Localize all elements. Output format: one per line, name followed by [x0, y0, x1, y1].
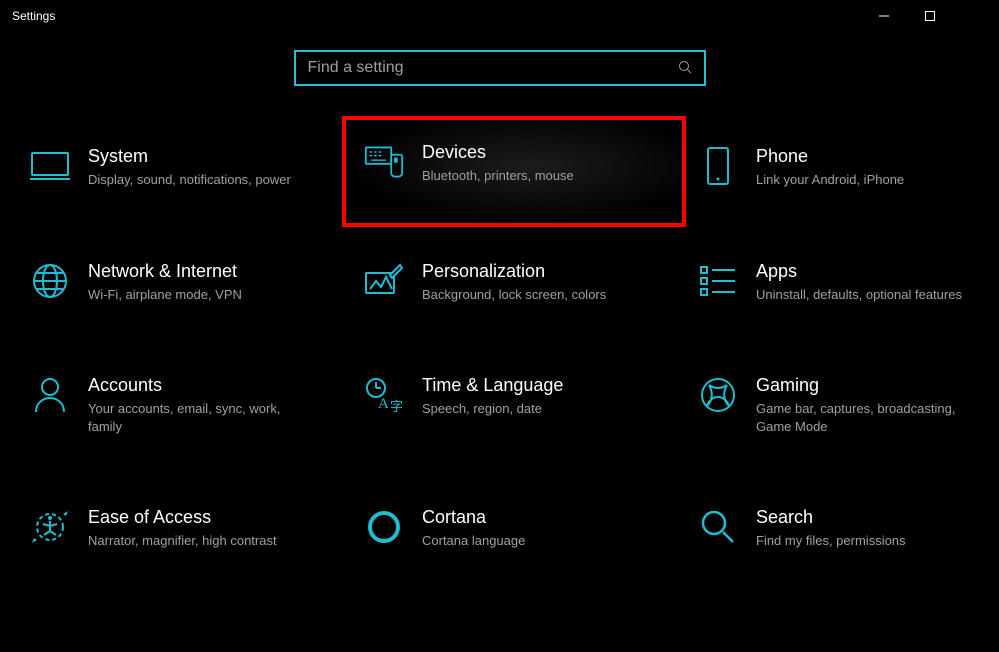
window-title: Settings [12, 9, 55, 23]
tile-text: Apps Uninstall, defaults, optional featu… [756, 261, 962, 304]
search-container [0, 50, 999, 86]
tile-title: Devices [422, 142, 574, 163]
tile-text: Search Find my files, permissions [756, 507, 906, 550]
tile-text: Gaming Game bar, captures, broadcasting,… [756, 375, 966, 435]
ease-of-access-icon [30, 507, 70, 547]
tile-desc: Uninstall, defaults, optional features [756, 286, 962, 304]
tile-text: Personalization Background, lock screen,… [422, 261, 606, 304]
tile-title: Network & Internet [88, 261, 242, 282]
person-icon [30, 375, 70, 415]
minimize-icon [879, 11, 889, 21]
minimize-button[interactable] [861, 0, 907, 32]
tile-desc: Your accounts, email, sync, work, family [88, 400, 298, 435]
apps-list-icon [698, 261, 738, 301]
tile-title: Accounts [88, 375, 298, 396]
tile-search[interactable]: Search Find my files, permissions [698, 503, 999, 554]
tile-desc: Wi-Fi, airplane mode, VPN [88, 286, 242, 304]
tile-title: System [88, 146, 291, 167]
tile-text: Devices Bluetooth, printers, mouse [422, 142, 574, 185]
tile-time-language[interactable]: A 字 Time & Language Speech, region, date [364, 371, 674, 439]
tile-text: Phone Link your Android, iPhone [756, 146, 904, 189]
tile-desc: Cortana language [422, 532, 525, 550]
tile-personalization[interactable]: Personalization Background, lock screen,… [364, 257, 674, 308]
tile-desc: Display, sound, notifications, power [88, 171, 291, 189]
settings-grid: System Display, sound, notifications, po… [0, 142, 999, 554]
tile-text: Ease of Access Narrator, magnifier, high… [88, 507, 277, 550]
tile-text: Network & Internet Wi-Fi, airplane mode,… [88, 261, 242, 304]
tile-title: Search [756, 507, 906, 528]
tile-title: Apps [756, 261, 962, 282]
tile-title: Phone [756, 146, 904, 167]
tile-devices[interactable]: Devices Bluetooth, printers, mouse [346, 120, 682, 223]
xbox-icon [698, 375, 738, 415]
tile-cortana[interactable]: Cortana Cortana language [364, 503, 674, 554]
window-controls [861, 0, 999, 32]
titlebar: Settings [0, 0, 999, 32]
tile-ease-of-access[interactable]: Ease of Access Narrator, magnifier, high… [30, 503, 340, 554]
tile-network[interactable]: Network & Internet Wi-Fi, airplane mode,… [30, 257, 340, 308]
tile-text: Time & Language Speech, region, date [422, 375, 563, 418]
globe-icon [30, 261, 70, 301]
search-input[interactable] [308, 59, 678, 77]
devices-icon [364, 142, 404, 182]
paintbrush-icon [364, 261, 404, 301]
tile-title: Personalization [422, 261, 606, 282]
maximize-icon [925, 11, 935, 21]
tile-desc: Speech, region, date [422, 400, 563, 418]
tile-desc: Bluetooth, printers, mouse [422, 167, 574, 185]
tile-phone[interactable]: Phone Link your Android, iPhone [698, 142, 999, 193]
phone-icon [698, 146, 738, 186]
magnifier-icon [698, 507, 738, 547]
svg-text:A: A [378, 396, 389, 412]
tile-title: Gaming [756, 375, 966, 396]
tile-text: Accounts Your accounts, email, sync, wor… [88, 375, 298, 435]
time-language-icon: A 字 [364, 375, 404, 415]
tile-title: Cortana [422, 507, 525, 528]
search-box[interactable] [294, 50, 706, 86]
search-icon [678, 60, 692, 77]
tile-gaming[interactable]: Gaming Game bar, captures, broadcasting,… [698, 371, 999, 439]
maximize-button[interactable] [907, 0, 953, 32]
tile-text: Cortana Cortana language [422, 507, 525, 550]
tile-text: System Display, sound, notifications, po… [88, 146, 291, 189]
svg-text:字: 字 [390, 399, 403, 414]
cortana-icon [364, 507, 404, 547]
tile-apps[interactable]: Apps Uninstall, defaults, optional featu… [698, 257, 999, 308]
tile-title: Time & Language [422, 375, 563, 396]
tile-desc: Game bar, captures, broadcasting, Game M… [756, 400, 966, 435]
tile-desc: Link your Android, iPhone [756, 171, 904, 189]
tile-accounts[interactable]: Accounts Your accounts, email, sync, wor… [30, 371, 340, 439]
tile-system[interactable]: System Display, sound, notifications, po… [30, 142, 340, 193]
tile-desc: Find my files, permissions [756, 532, 906, 550]
tile-title: Ease of Access [88, 507, 277, 528]
tile-desc: Narrator, magnifier, high contrast [88, 532, 277, 550]
tile-desc: Background, lock screen, colors [422, 286, 606, 304]
system-icon [30, 146, 70, 186]
